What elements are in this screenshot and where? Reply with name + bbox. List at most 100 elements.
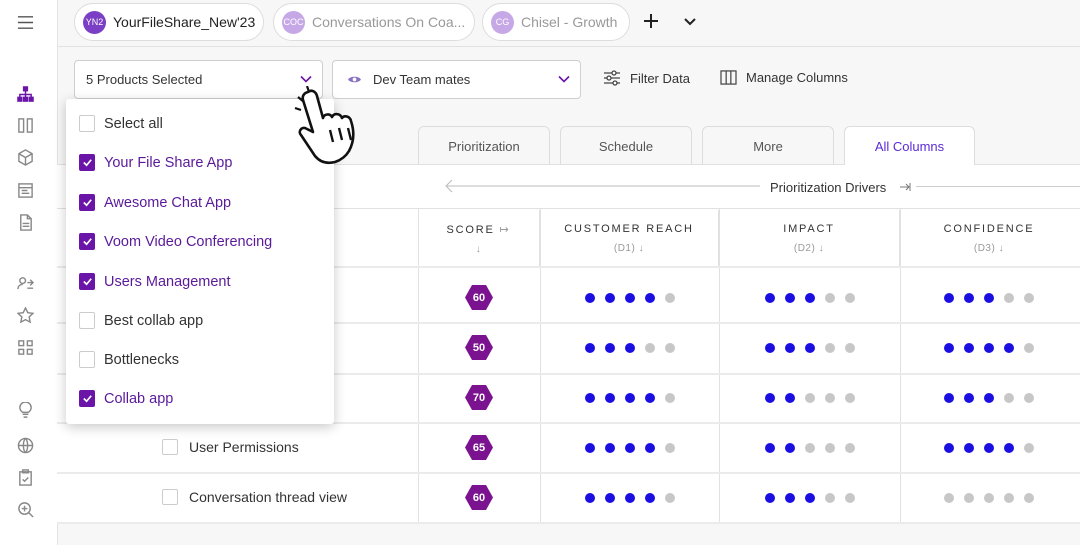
rating-dot-empty [825,393,835,403]
row-divider [57,522,1080,524]
checkbox-checked[interactable] [79,233,95,250]
checkbox-unchecked[interactable] [79,312,95,329]
rating-dot-filled [645,293,655,303]
tab-schedule[interactable]: Schedule [560,126,692,165]
tab-prioritization[interactable]: Prioritization [418,126,550,165]
rating-dot-empty [1004,393,1014,403]
grid-icon[interactable] [16,338,34,356]
rating-dot-empty [825,293,835,303]
rating-dot-filled [605,343,615,353]
score-value: 65 [472,441,486,454]
plus-icon[interactable] [643,13,659,29]
rating-dot-filled [1004,343,1014,353]
dropdown-option[interactable]: Awesome Chat App [79,194,231,211]
rating-dot-empty [805,393,815,403]
col-impact[interactable]: IMPACT (D2) ↓ [719,210,900,267]
globe-icon[interactable] [16,436,34,454]
manage-columns-label: Manage Columns [746,70,848,85]
filter-data-button[interactable]: Filter Data [603,70,690,86]
col-confidence[interactable]: CONFIDENCE (D3) ↓ [900,210,1078,267]
document-icon[interactable] [16,213,34,231]
rating-dot-empty [845,443,855,453]
sort-down-icon: ↓ [638,243,645,254]
columns-manage-icon [720,70,737,85]
rating-dot-empty [805,443,815,453]
impact-rating [765,343,855,353]
confidence-rating [944,443,1034,453]
expand-right-icon[interactable] [899,181,911,193]
manage-columns-button[interactable]: Manage Columns [720,70,848,85]
table-row-label[interactable]: Conversation thread view [162,489,347,505]
hierarchy-icon[interactable] [16,85,34,103]
score-value: 50 [472,341,486,354]
checkbox-unchecked[interactable] [79,351,95,368]
checkbox-checked[interactable] [79,154,95,171]
score-badge: 65 [464,434,494,461]
col-customer-reach[interactable]: CUSTOMER REACH (D1) ↓ [540,210,719,267]
dropdown-option[interactable]: Your File Share App [79,154,232,171]
sort-down-icon: ↓ [818,243,825,254]
workspace-tab-2[interactable]: CG Chisel - Growth [482,3,630,41]
rating-dot-filled [964,443,974,453]
rating-dot-filled [785,293,795,303]
products-selector[interactable]: 5 Products Selected [74,60,323,99]
team-selector-label: Dev Team mates [373,72,471,87]
checkbox-checked[interactable] [79,390,95,407]
rating-dot-filled [984,393,994,403]
col-impact-sub: (D2) [793,243,816,254]
person-swap-icon[interactable] [16,274,34,292]
bulb-icon[interactable] [16,401,34,419]
reach-rating [585,293,675,303]
rating-dot-filled [944,443,954,453]
workspace-tab-1[interactable]: COC Conversations On Coa... [273,3,475,41]
rating-dot-filled [785,393,795,403]
eye-icon [348,76,361,83]
checkbox-unchecked[interactable] [79,115,95,132]
rating-dot-empty [665,443,675,453]
menu-icon[interactable] [16,13,34,31]
checkbox-checked[interactable] [79,273,95,290]
star-icon[interactable] [16,306,34,324]
table-row-label[interactable]: User Permissions [162,439,299,455]
dropdown-option[interactable]: Bottlenecks [79,351,179,368]
rating-dot-empty [845,343,855,353]
dropdown-option[interactable]: Voom Video Conferencing [79,233,272,250]
chevron-down-icon [558,75,570,83]
row-title: User Permissions [189,439,299,455]
filter-data-label: Filter Data [630,70,690,86]
workspace-tab-0[interactable]: YN2 YourFileShare_New'23 [74,3,264,41]
row-title: Conversation thread view [189,489,347,505]
reach-rating [585,443,675,453]
score-value: 60 [472,491,486,504]
confidence-rating [944,493,1034,503]
rating-dot-empty [665,393,675,403]
row-checkbox[interactable] [162,489,178,505]
columns-icon[interactable] [16,116,34,134]
rating-dot-filled [585,293,595,303]
col-score[interactable]: SCORE ↦ ↓ [418,210,540,267]
tab-more[interactable]: More [702,126,834,165]
dropdown-option-label: Select all [104,115,163,132]
check-icon [82,159,92,167]
rating-dot-filled [585,493,595,503]
checkbox-checked[interactable] [79,194,95,211]
cube-icon[interactable] [16,148,34,166]
board-icon[interactable] [16,181,34,199]
rating-dot-filled [964,343,974,353]
chevron-down-icon[interactable] [684,15,696,27]
dropdown-option[interactable]: Best collab app [79,312,203,329]
impact-rating [765,393,855,403]
clipboard-check-icon[interactable] [16,468,34,486]
row-checkbox[interactable] [162,439,178,455]
col-confidence-title: CONFIDENCE [943,223,1035,235]
dropdown-option-label: Bottlenecks [104,351,179,368]
search-zoom-icon[interactable] [16,500,34,518]
rating-dot-empty [665,293,675,303]
dropdown-option[interactable]: Collab app [79,390,173,407]
dropdown-option[interactable]: Select all [79,115,163,132]
dropdown-option[interactable]: Users Management [79,273,231,290]
rating-dot-filled [605,293,615,303]
rating-dot-filled [625,493,635,503]
col-reach-title: CUSTOMER REACH [564,223,694,235]
tab-all-columns[interactable]: All Columns [844,126,975,165]
